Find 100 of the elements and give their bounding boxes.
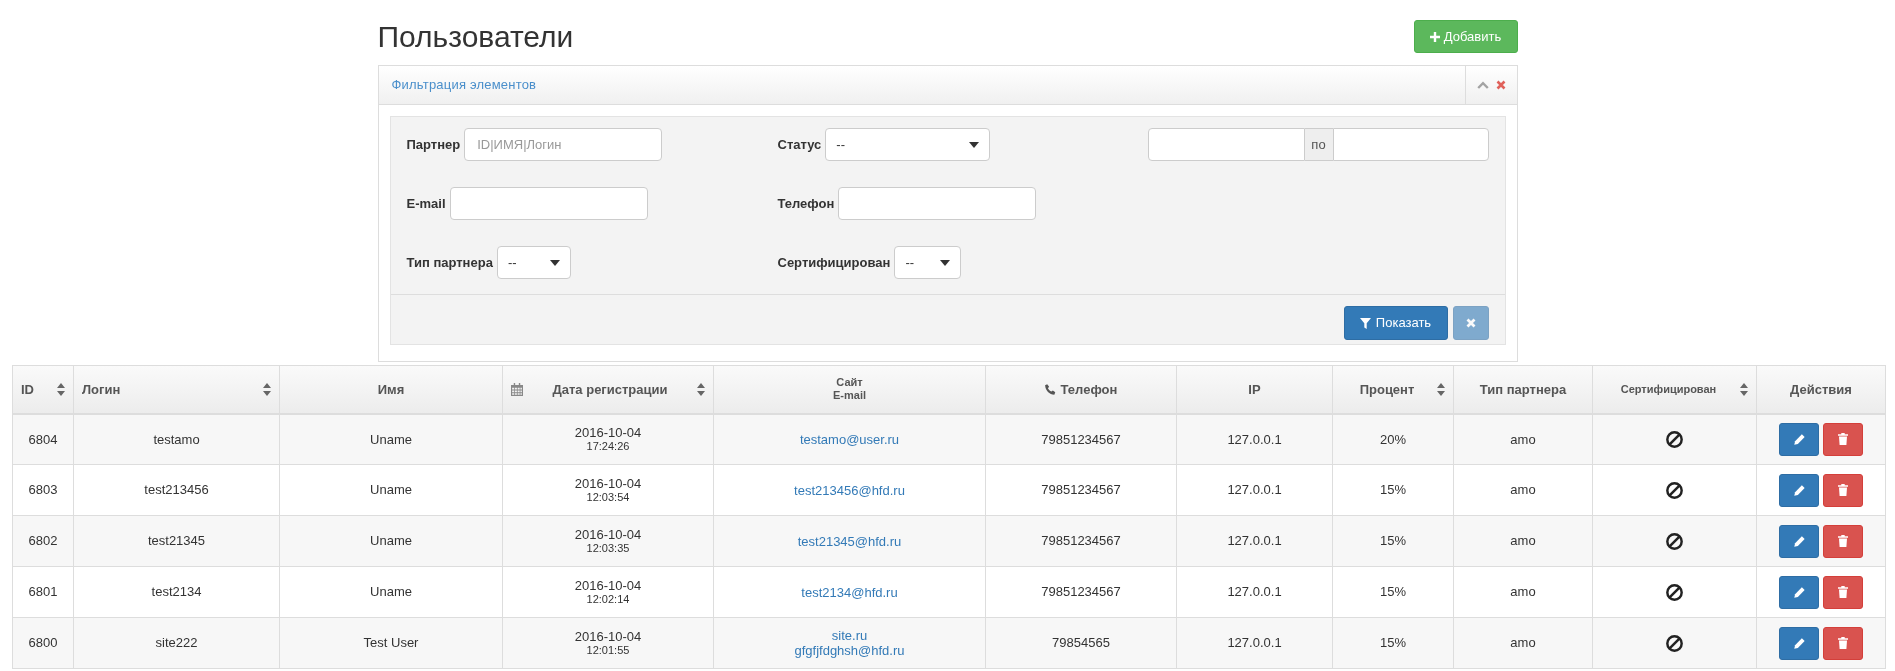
pencil-icon — [1793, 433, 1805, 445]
select-field[interactable]: -- — [894, 246, 962, 279]
table-cell: 6802 — [12, 515, 74, 567]
table-cell: test21345 — [73, 515, 280, 567]
date-text: 2016-10-04 — [574, 629, 642, 644]
table-cell: amo — [1453, 515, 1593, 567]
column-header: Имя — [376, 380, 406, 399]
trash-icon — [1838, 484, 1848, 496]
table-cell: 79851234567 — [985, 464, 1177, 516]
edit-button[interactable] — [1779, 626, 1819, 660]
pencil-icon — [1793, 637, 1805, 649]
filter-icon — [1359, 317, 1371, 329]
input-field[interactable] — [449, 187, 648, 220]
table-cell: 127.0.0.1 — [1176, 617, 1333, 669]
table-cell: 79854565 — [985, 617, 1177, 669]
delete-button[interactable] — [1823, 575, 1863, 609]
column-header: Сайт — [836, 376, 863, 390]
time-text: 12:01:55 — [586, 644, 630, 657]
table-cell: 127.0.0.1 — [1176, 566, 1333, 618]
table-cell: testamo — [73, 413, 280, 465]
table-cell: 15% — [1332, 617, 1454, 669]
table-cell: 15% — [1332, 464, 1454, 516]
caret-down-icon — [549, 259, 560, 266]
range-end-field[interactable] — [1332, 128, 1489, 161]
calendar-icon — [511, 382, 523, 396]
delete-button[interactable] — [1823, 626, 1863, 660]
date-text: 2016-10-04 — [574, 476, 642, 491]
table-cell: 127.0.0.1 — [1176, 464, 1333, 516]
delete-button[interactable] — [1823, 524, 1863, 558]
table-cell: test2134 — [73, 566, 280, 618]
edit-button[interactable] — [1779, 473, 1819, 507]
column-header: E-mail — [833, 389, 866, 403]
field-label: Статус — [777, 135, 822, 154]
table-cell: 15% — [1332, 566, 1454, 618]
trash-icon — [1838, 433, 1848, 446]
add-button[interactable]: Добавить — [1413, 20, 1518, 53]
field-label: E-mail — [406, 194, 446, 213]
select-field[interactable]: -- — [496, 246, 571, 279]
page-title: Пользователи — [377, 20, 574, 53]
range-separator: по — [1304, 128, 1333, 161]
time-text: 12:03:35 — [586, 542, 630, 555]
pencil-icon — [1793, 535, 1805, 547]
table-cell: amo — [1453, 566, 1593, 618]
table-cell: 79851234567 — [985, 566, 1177, 618]
column-header: Логин — [82, 380, 122, 399]
plus-icon — [1429, 31, 1440, 42]
pencil-icon — [1793, 586, 1805, 598]
close-button[interactable] — [1495, 80, 1506, 90]
trash-icon — [1838, 535, 1848, 547]
table-cell: amo — [1453, 464, 1593, 516]
contact-link[interactable]: gfgfjfdghsh@hfd.ru — [794, 643, 905, 658]
show-button[interactable]: Показать — [1343, 306, 1448, 340]
close-icon — [1465, 318, 1476, 328]
close-icon — [1495, 80, 1506, 90]
field-label: Сертифицирован — [777, 253, 891, 272]
trash-icon — [1838, 586, 1848, 598]
input-field[interactable]: ID|ИМЯ|Логин — [464, 128, 663, 161]
chevron-up-icon — [1476, 81, 1489, 89]
date-text: 2016-10-04 — [574, 578, 642, 593]
field-label: Телефон — [777, 194, 835, 213]
edit-button[interactable] — [1779, 422, 1819, 456]
contact-link[interactable]: testamo@user.ru — [799, 431, 900, 447]
column-header: IP — [1247, 380, 1262, 399]
range-start-field[interactable] — [1147, 128, 1305, 161]
time-text: 17:24:26 — [586, 440, 630, 454]
contact-link[interactable]: test21345@hfd.ru — [797, 533, 902, 549]
contact-link[interactable]: test213456@hfd.ru — [794, 482, 905, 498]
field-label: Тип партнера — [406, 253, 493, 272]
table-cell: 6804 — [12, 413, 74, 465]
edit-button[interactable] — [1779, 524, 1819, 558]
table-cell: 79851234567 — [985, 515, 1177, 567]
date-text: 2016-10-04 — [574, 425, 642, 441]
table-cell: Uname — [279, 515, 503, 567]
panel-title: Фильтрация элементов — [391, 76, 537, 95]
table-cell: 20% — [1332, 413, 1454, 465]
edit-button[interactable] — [1779, 575, 1819, 609]
date-text: 2016-10-04 — [574, 527, 642, 542]
table-cell: test213456 — [73, 464, 280, 516]
table-cell: 79851234567 — [985, 413, 1177, 465]
input-field[interactable] — [838, 187, 1037, 220]
contact-link[interactable]: test2134@hfd.ru — [801, 584, 898, 600]
select-field[interactable]: -- — [825, 128, 991, 161]
column-header: Тип партнера — [1478, 380, 1568, 399]
delete-button[interactable] — [1823, 473, 1863, 507]
pencil-icon — [1793, 484, 1805, 496]
table-cell: site222 — [73, 617, 280, 669]
time-text: 12:03:54 — [586, 491, 630, 504]
field-label: Партнер — [406, 135, 461, 154]
delete-button[interactable] — [1823, 422, 1863, 456]
table-cell: Uname — [279, 566, 503, 618]
caret-down-icon — [969, 141, 980, 148]
table-cell: 127.0.0.1 — [1176, 515, 1333, 567]
column-header: Сертифицирован — [1619, 382, 1718, 397]
column-header: Телефон — [1060, 380, 1118, 399]
phone-icon — [1044, 383, 1056, 395]
collapse-button[interactable] — [1476, 81, 1489, 89]
table-cell: 6800 — [12, 617, 74, 669]
caret-down-icon — [940, 259, 951, 266]
contact-link[interactable]: site.ru — [831, 628, 868, 643]
column-header: Дата регистрации — [551, 380, 669, 399]
